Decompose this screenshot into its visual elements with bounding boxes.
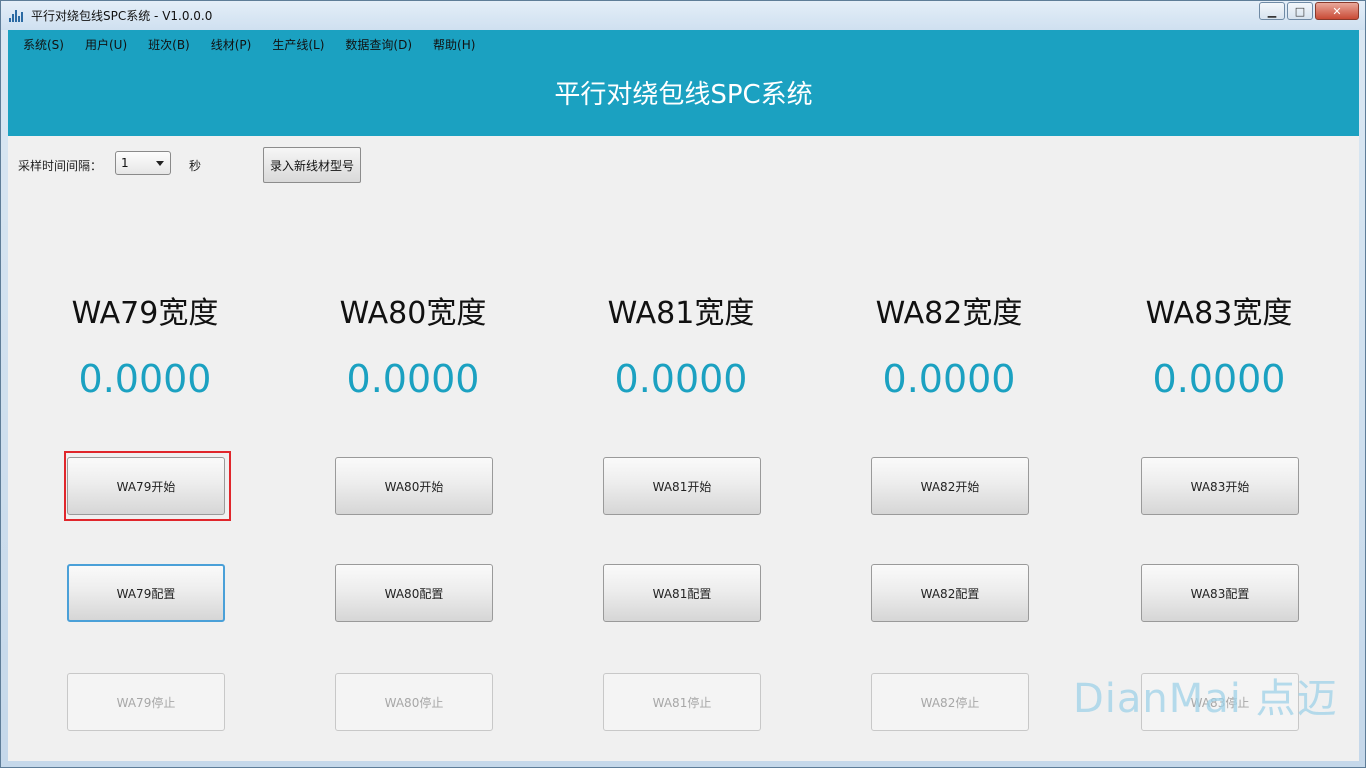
stop-button[interactable]: WA80停止	[335, 673, 493, 731]
config-button[interactable]: WA81配置	[603, 564, 761, 622]
channel-width-value: 0.0000	[614, 357, 748, 401]
channel-column-wa82: WA82宽度 0.0000 WA82开始 WA82配置 WA82停止	[849, 30, 1049, 761]
channel-title: WA79宽度	[71, 296, 219, 331]
config-button[interactable]: WA83配置	[1141, 564, 1299, 622]
channel-title: WA81宽度	[607, 296, 755, 331]
start-button[interactable]: WA83开始	[1141, 457, 1299, 515]
channel-title: WA82宽度	[875, 296, 1023, 331]
start-button[interactable]: WA80开始	[335, 457, 493, 515]
maximize-button[interactable]: □	[1287, 2, 1313, 20]
start-button[interactable]: WA82开始	[871, 457, 1029, 515]
config-button[interactable]: WA79配置	[67, 564, 225, 622]
channel-width-value: 0.0000	[78, 357, 212, 401]
minimize-button[interactable]: ▁	[1259, 2, 1285, 20]
window-controls: ▁ □ ✕	[1259, 2, 1359, 20]
window-title: 平行对绕包线SPC系统 - V1.0.0.0	[31, 9, 213, 23]
close-button[interactable]: ✕	[1315, 2, 1359, 20]
stop-button[interactable]: WA82停止	[871, 673, 1029, 731]
channel-width-value: 0.0000	[1152, 357, 1286, 401]
start-button[interactable]: WA79开始	[67, 457, 225, 515]
channel-column-wa81: WA81宽度 0.0000 WA81开始 WA81配置 WA81停止	[581, 30, 781, 761]
stop-button[interactable]: WA81停止	[603, 673, 761, 731]
channel-width-value: 0.0000	[882, 357, 1016, 401]
channel-title: WA80宽度	[339, 296, 487, 331]
app-logo-icon	[9, 8, 25, 22]
config-button[interactable]: WA80配置	[335, 564, 493, 622]
main-content: 系统(S) 用户(U) 班次(B) 线材(P) 生产线(L) 数据查询(D) 帮…	[8, 30, 1359, 761]
stop-button[interactable]: WA83停止	[1141, 673, 1299, 731]
start-button[interactable]: WA81开始	[603, 457, 761, 515]
title-bar: 平行对绕包线SPC系统 - V1.0.0.0 ▁ □ ✕	[1, 1, 1365, 30]
channel-width-value: 0.0000	[346, 357, 480, 401]
channel-column-wa79: WA79宽度 0.0000 WA79开始 WA79配置 WA79停止	[45, 30, 245, 761]
stop-button[interactable]: WA79停止	[67, 673, 225, 731]
config-button[interactable]: WA82配置	[871, 564, 1029, 622]
channel-title: WA83宽度	[1145, 296, 1293, 331]
channel-column-wa83: WA83宽度 0.0000 WA83开始 WA83配置 WA83停止	[1119, 30, 1319, 761]
channel-column-wa80: WA80宽度 0.0000 WA80开始 WA80配置 WA80停止	[313, 30, 513, 761]
app-window: 平行对绕包线SPC系统 - V1.0.0.0 ▁ □ ✕ 系统(S) 用户(U)…	[0, 0, 1366, 768]
